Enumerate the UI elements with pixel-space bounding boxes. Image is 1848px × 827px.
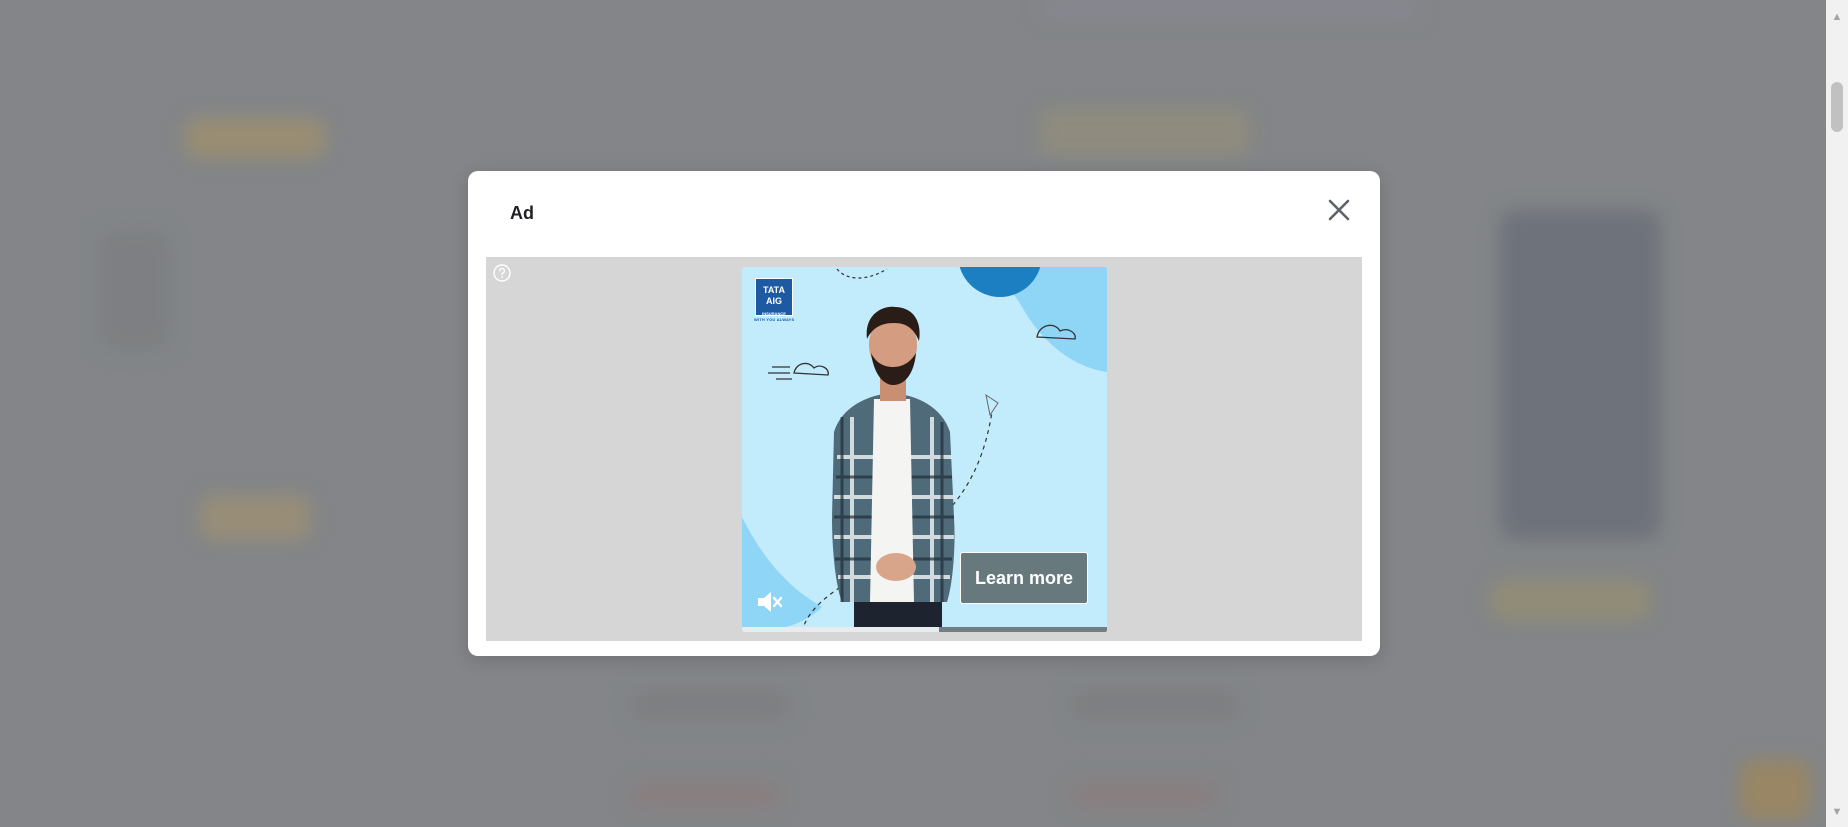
brand-tagline: WITH YOU ALWAYS <box>754 317 795 322</box>
ad-modal: Ad TATA AIG INSURANCE WITH YOU ALWAYS Le… <box>468 171 1380 656</box>
brand-logo-subtext: INSURANCE <box>762 311 786 316</box>
ad-video-creative[interactable]: TATA AIG INSURANCE WITH YOU ALWAYS Learn… <box>742 267 1107 632</box>
scrollbar-thumb[interactable] <box>1831 82 1843 132</box>
ad-container: TATA AIG INSURANCE WITH YOU ALWAYS Learn… <box>486 257 1362 641</box>
modal-title: Ad <box>510 203 534 223</box>
speaker-muted-icon[interactable] <box>754 587 784 617</box>
question-circle-icon[interactable] <box>492 263 512 283</box>
close-button[interactable] <box>1324 195 1354 225</box>
scroll-down-arrow-icon[interactable]: ▼ <box>1826 803 1848 821</box>
brand-logo: TATA AIG INSURANCE <box>755 278 793 316</box>
close-icon[interactable] <box>1324 195 1354 225</box>
learn-more-button[interactable]: Learn more <box>960 552 1088 604</box>
video-progress-bar <box>742 627 940 632</box>
brand-logo-text: TATA AIG <box>763 285 785 306</box>
page-scrollbar[interactable]: ▲ ▼ <box>1826 0 1848 827</box>
scroll-up-arrow-icon[interactable]: ▲ <box>1826 8 1848 26</box>
